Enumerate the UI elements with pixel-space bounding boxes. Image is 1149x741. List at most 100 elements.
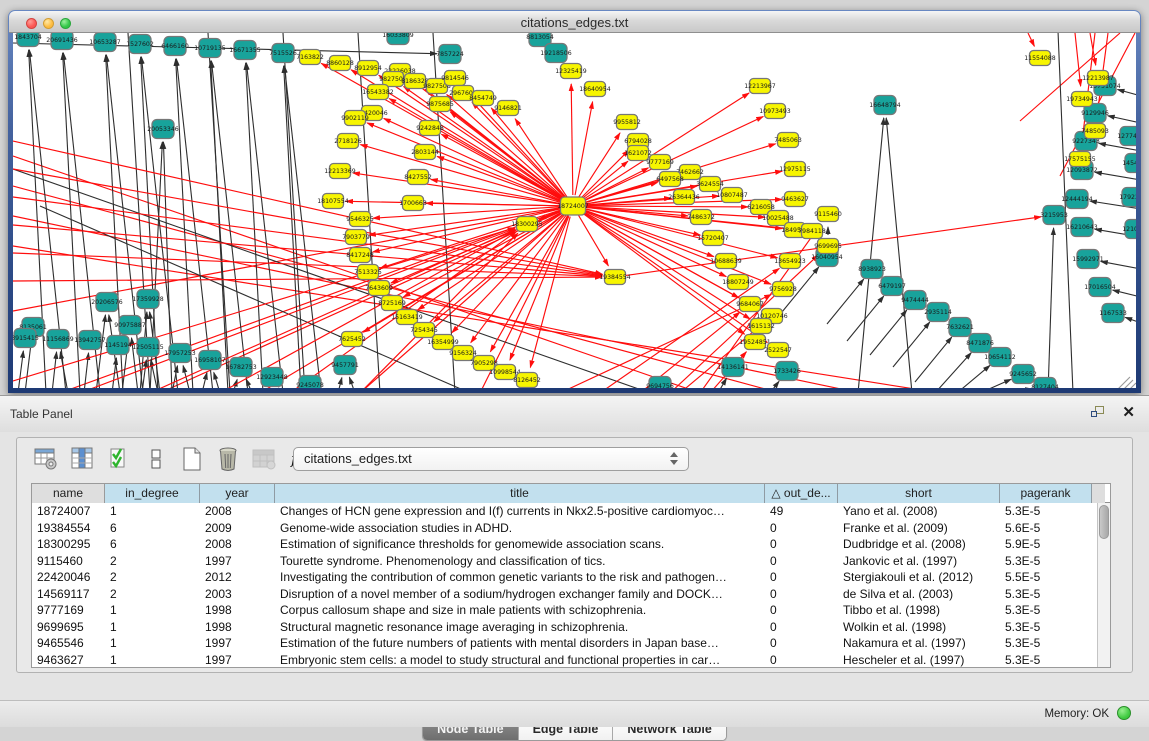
graph-edge[interactable] <box>1028 33 1034 46</box>
table-cell[interactable]: 1998 <box>200 602 275 619</box>
column-header-outde[interactable]: △ out_de... <box>765 484 838 503</box>
table-cell[interactable]: 0 <box>765 619 838 636</box>
table-cell[interactable]: 1 <box>105 503 200 520</box>
table-body[interactable]: 1872400712008Changes of HCN gene express… <box>32 503 1097 667</box>
graph-edge[interactable] <box>886 118 912 388</box>
column-header-title[interactable]: title <box>275 484 765 503</box>
new-table-icon[interactable] <box>179 446 205 472</box>
column-header-pagerank[interactable]: pagerank <box>1000 484 1092 503</box>
select-all-icon[interactable] <box>107 446 133 472</box>
table-cell[interactable]: 1 <box>105 619 200 636</box>
table-cell[interactable]: 0 <box>765 602 838 619</box>
table-cell[interactable]: 5.3E-5 <box>1000 652 1092 668</box>
graph-line[interactable] <box>1118 377 1130 388</box>
table-cell[interactable]: Investigating the contribution of common… <box>275 569 765 586</box>
table-cell[interactable]: Embryonic stem cells: a model to study s… <box>275 652 765 668</box>
graph-edge[interactable] <box>827 279 864 324</box>
table-cell[interactable]: 5.3E-5 <box>1000 602 1092 619</box>
graph-edge[interactable] <box>770 381 779 388</box>
table-cell[interactable]: Jankovic et al. (1997) <box>838 553 1000 570</box>
table-cell[interactable]: 5.5E-5 <box>1000 569 1092 586</box>
graph-edge[interactable] <box>1048 228 1054 388</box>
table-row[interactable]: 1872400712008Changes of HCN gene express… <box>32 503 1097 520</box>
column-settings-icon[interactable] <box>69 446 95 472</box>
table-cell[interactable]: Structural magnetic resonance image aver… <box>275 619 765 636</box>
graph-edge[interactable] <box>349 377 355 388</box>
table-cell[interactable]: 1997 <box>200 635 275 652</box>
graph-edge[interactable] <box>858 118 884 388</box>
table-cell[interactable]: 9777169 <box>32 602 105 619</box>
table-cell[interactable]: 2 <box>105 586 200 603</box>
table-cell[interactable]: Tourette syndrome. Phenomenology and cla… <box>275 553 765 570</box>
table-row[interactable]: 946554611997Estimation of the future num… <box>32 635 1097 652</box>
table-cell[interactable]: Estimation of significance thresholds fo… <box>275 536 765 553</box>
table-cell[interactable]: 5.3E-5 <box>1000 635 1092 652</box>
table-cell[interactable]: 1998 <box>200 619 275 636</box>
graph-edge[interactable] <box>1118 89 1136 96</box>
table-cell[interactable]: 9699695 <box>32 619 105 636</box>
table-row[interactable]: 1938455462009Genome-wide association stu… <box>32 520 1097 537</box>
table-cell[interactable]: Stergiakouli et al. (2012) <box>838 569 1000 586</box>
graph-edge[interactable] <box>60 352 68 388</box>
graph-edge[interactable] <box>575 102 593 195</box>
table-row[interactable]: 2242004622012Investigating the contribut… <box>32 569 1097 586</box>
column-header-short[interactable]: short <box>838 484 1000 503</box>
graph-edge[interactable] <box>1125 317 1136 323</box>
table-cell[interactable]: 0 <box>765 635 838 652</box>
table-cell[interactable]: Yano et al. (2008) <box>838 503 1000 520</box>
table-cell[interactable]: 49 <box>765 503 838 520</box>
table-cell[interactable]: 5.3E-5 <box>1000 553 1092 570</box>
memory-ok-indicator[interactable] <box>1117 706 1131 720</box>
graph-edge[interactable] <box>1095 172 1136 180</box>
table-cell[interactable]: 0 <box>765 553 838 570</box>
graph-edge[interactable] <box>284 66 321 388</box>
table-row[interactable]: 1830029562008Estimation of significance … <box>32 536 1097 553</box>
table-cell[interactable]: 0 <box>765 586 838 603</box>
table-cell[interactable]: Corpus callosum shape and size in male p… <box>275 602 765 619</box>
table-cell[interactable]: 2003 <box>200 586 275 603</box>
graph-line[interactable] <box>260 206 573 388</box>
graph-edge[interactable] <box>176 59 193 388</box>
graph-edge[interactable] <box>584 206 748 207</box>
table-cell[interactable]: 14569117 <box>32 586 105 603</box>
table-settings-icon[interactable] <box>33 446 59 472</box>
table-cell[interactable]: Changes of HCN gene expression and I(f) … <box>275 503 765 520</box>
table-cell[interactable]: 18724007 <box>32 503 105 520</box>
table-cell[interactable]: Franke et al. (2009) <box>838 520 1000 537</box>
table-cell[interactable]: 9115460 <box>32 553 105 570</box>
table-cell[interactable]: 5.9E-5 <box>1000 536 1092 553</box>
graph-edge[interactable] <box>870 310 907 355</box>
graph-edge[interactable] <box>571 84 573 195</box>
table-cell[interactable]: 18300295 <box>32 536 105 553</box>
graph-edge[interactable] <box>202 373 207 388</box>
table-cell[interactable]: 2008 <box>200 503 275 520</box>
table-cell[interactable]: 0 <box>765 520 838 537</box>
table-cell[interactable]: 2 <box>105 569 200 586</box>
table-cell[interactable]: Tibbo et al. (1998) <box>838 602 1000 619</box>
table-cell[interactable]: 9463627 <box>32 652 105 668</box>
delete-table-icon[interactable] <box>215 446 241 472</box>
table-cell[interactable]: Dudbridge et al. (2008) <box>838 536 1000 553</box>
graph-edge[interactable] <box>847 296 884 341</box>
table-cell[interactable]: 1997 <box>200 652 275 668</box>
graph-edge[interactable] <box>284 66 301 388</box>
table-cell[interactable]: 1 <box>105 602 200 619</box>
table-cell[interactable]: 1997 <box>200 553 275 570</box>
table-cell[interactable]: 6 <box>105 520 200 537</box>
graph-edge[interactable] <box>338 378 342 388</box>
graph-edge[interactable] <box>530 217 570 368</box>
close-panel-icon[interactable]: ✕ <box>1122 403 1135 421</box>
unselect-icon[interactable] <box>143 446 169 472</box>
graph-edge[interactable] <box>1075 33 1081 86</box>
float-panel-icon[interactable] <box>1091 406 1107 420</box>
table-row[interactable]: 911546021997Tourette syndrome. Phenomeno… <box>32 553 1097 570</box>
table-cell[interactable]: 2009 <box>200 520 275 537</box>
table-cell[interactable]: de Silva et al. (2003) <box>838 586 1000 603</box>
graph-edge[interactable] <box>246 63 283 388</box>
table-panel-header[interactable]: Table Panel ✕ <box>0 396 1149 432</box>
table-cell[interactable]: 2008 <box>200 536 275 553</box>
column-header-indegree[interactable]: in_degree <box>105 484 200 503</box>
graph-edge[interactable] <box>426 203 562 206</box>
table-cell[interactable]: 1 <box>105 635 200 652</box>
table-row[interactable]: 977716911998Corpus callosum shape and si… <box>32 602 1097 619</box>
